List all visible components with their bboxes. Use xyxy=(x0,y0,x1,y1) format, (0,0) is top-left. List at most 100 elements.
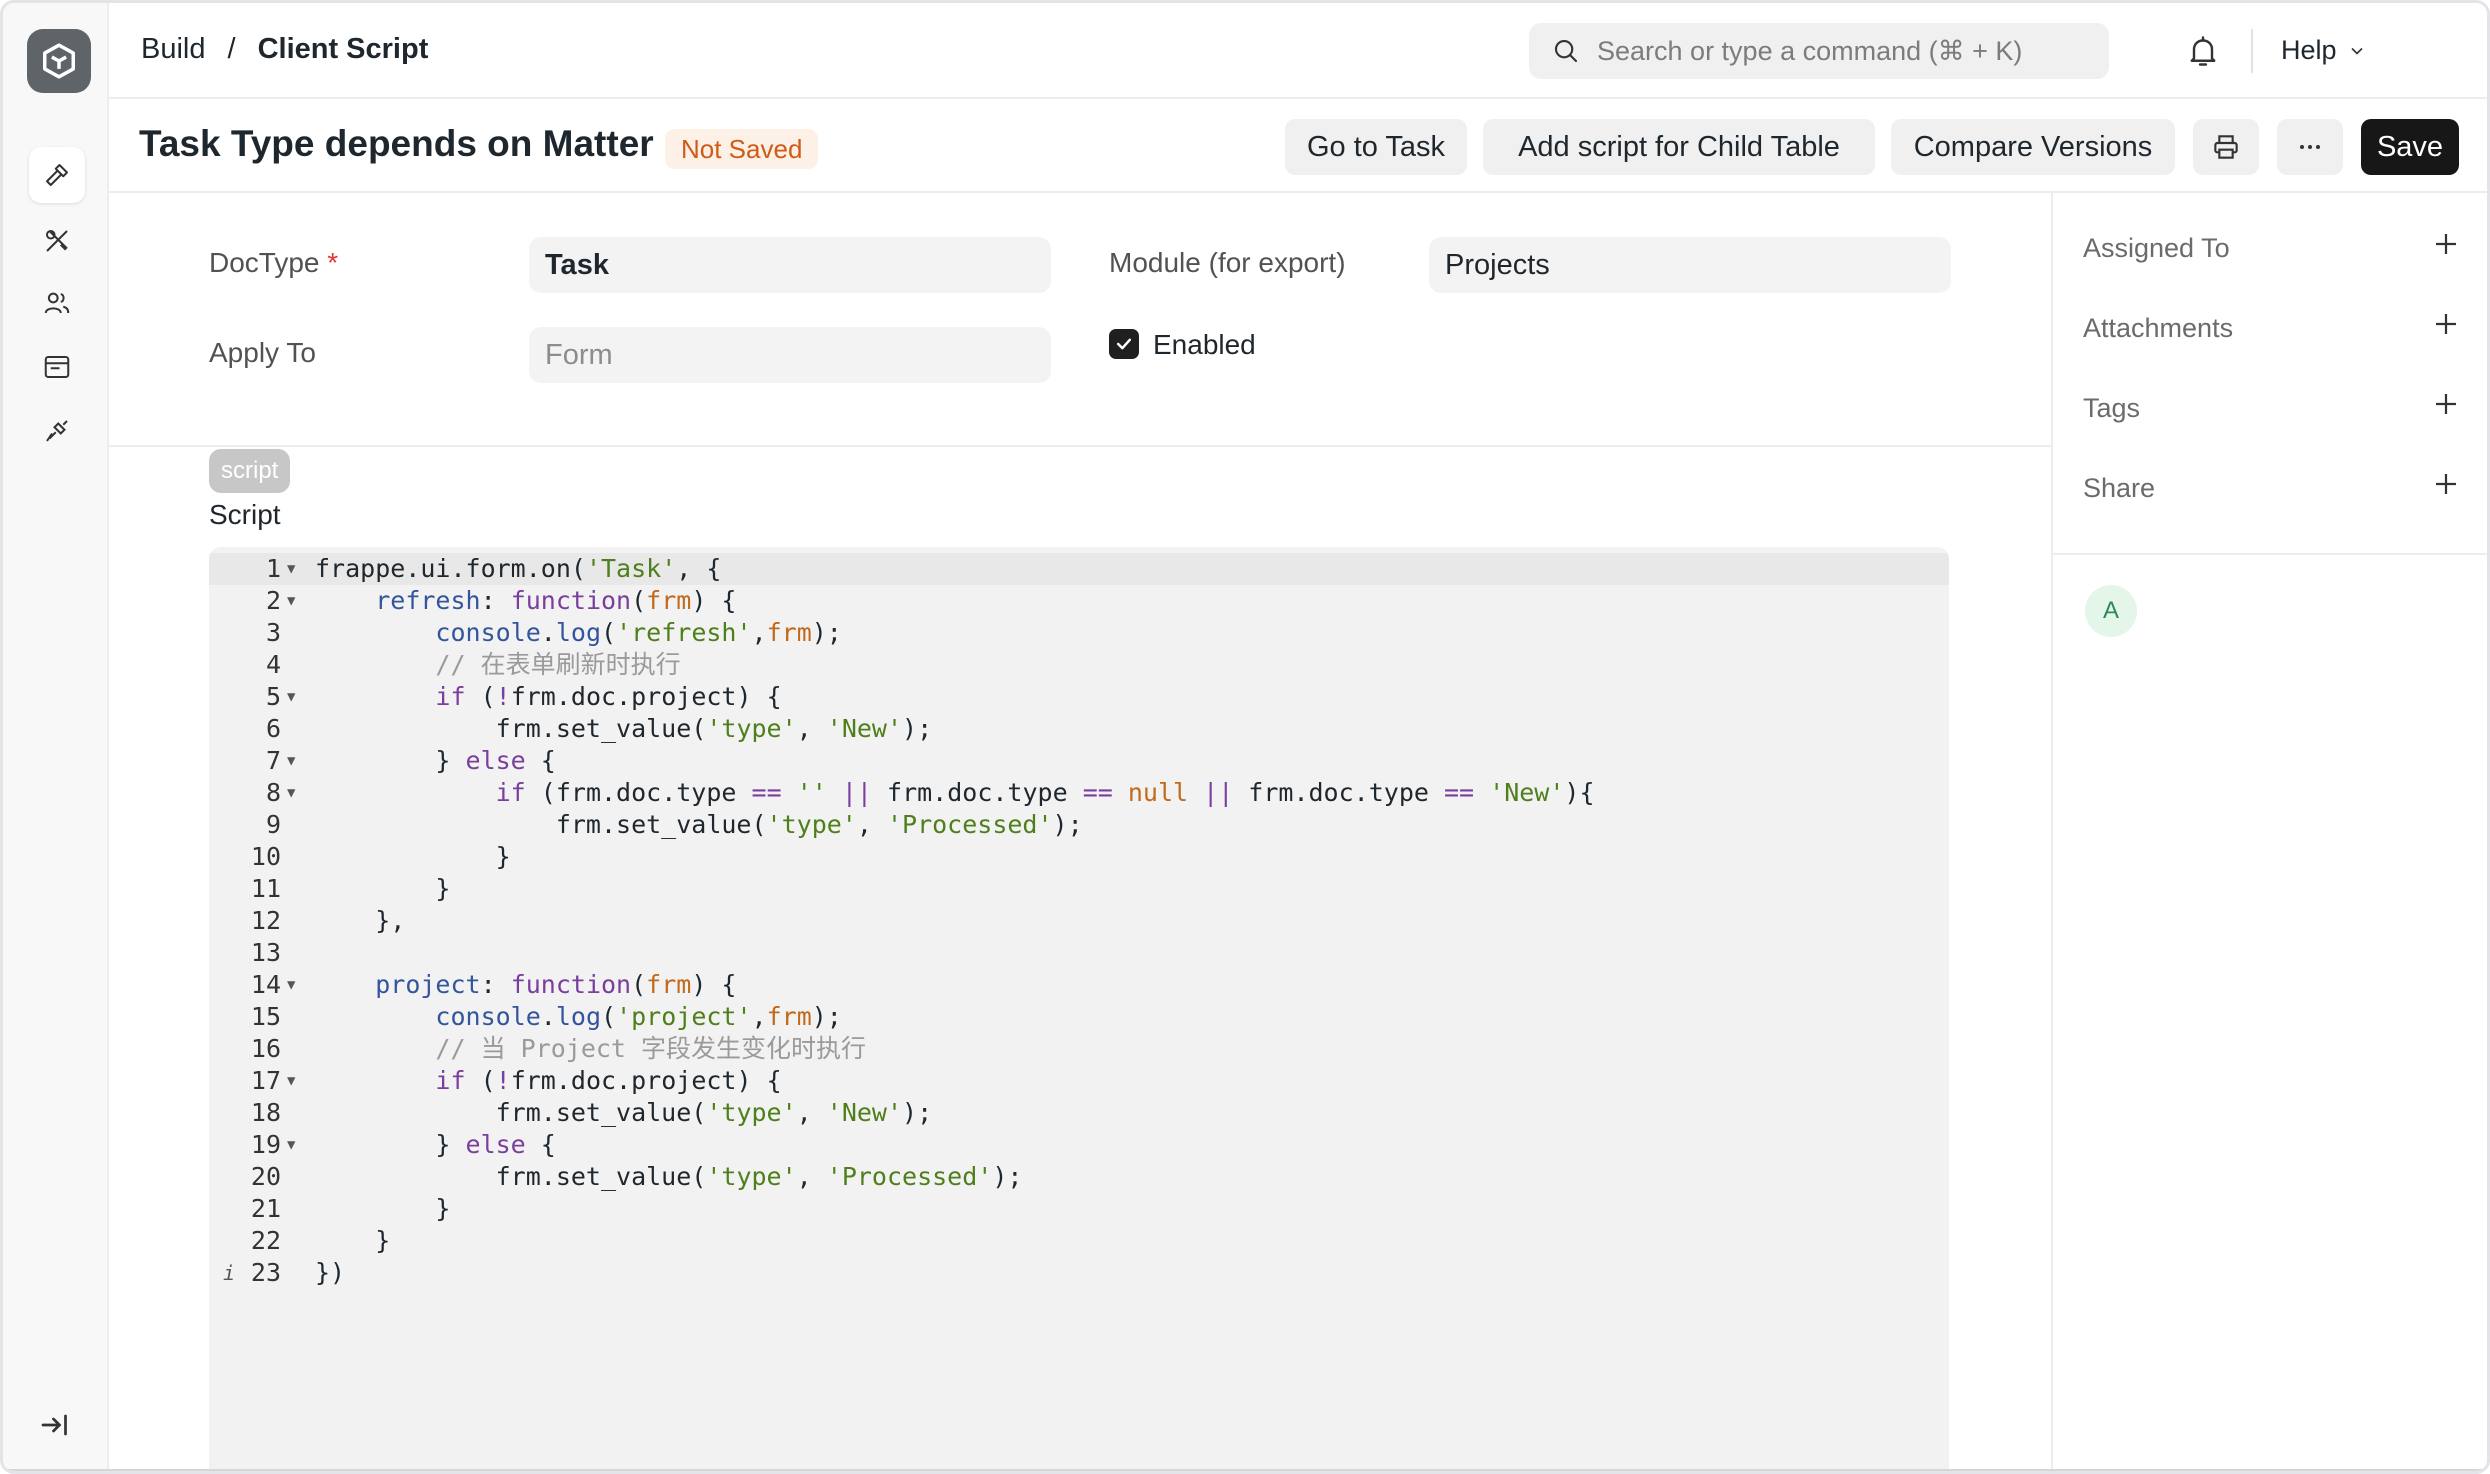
code-line[interactable]: 7 ▼ } else { xyxy=(209,745,1949,777)
line-number: 20 xyxy=(250,1162,281,1191)
search-bar[interactable] xyxy=(1529,23,2109,79)
line-number: 23 xyxy=(250,1258,281,1287)
code-line[interactable]: 17 ▼ if (!frm.doc.project) { xyxy=(209,1065,1949,1097)
go-to-task-button[interactable]: Go to Task xyxy=(1285,119,1467,175)
sidebar-integrations[interactable] xyxy=(29,403,85,459)
line-number: 21 xyxy=(250,1194,281,1223)
fold-toggle-icon[interactable]: ▼ xyxy=(287,1129,295,1161)
sidebar-users[interactable] xyxy=(29,275,85,331)
code-line[interactable]: 13 xyxy=(209,937,1949,969)
help-label: Help xyxy=(2281,35,2337,65)
code-text: } xyxy=(315,1194,451,1223)
code-line[interactable]: 19 ▼ } else { xyxy=(209,1129,1949,1161)
line-number: 8 xyxy=(265,778,281,807)
line-number: 19 xyxy=(250,1130,281,1159)
code-text: // 在表单刷新时执行 xyxy=(435,650,681,679)
code-line[interactable]: 18 frm.set_value('type', 'New'); xyxy=(209,1097,1949,1129)
save-button[interactable]: Save xyxy=(2361,119,2459,175)
print-button[interactable] xyxy=(2193,119,2259,175)
breadcrumb-build[interactable]: Build xyxy=(141,33,206,66)
code-line[interactable]: 21 } xyxy=(209,1193,1949,1225)
breadcrumb: Build / Client Script xyxy=(141,33,428,66)
code-text: } xyxy=(315,1226,391,1255)
code-line[interactable]: 8 ▼ if (frm.doc.type == '' || frm.doc.typ… xyxy=(209,777,1949,809)
code-line[interactable]: 22 } xyxy=(209,1225,1949,1257)
users-icon xyxy=(44,292,70,314)
compare-versions-button[interactable]: Compare Versions xyxy=(1891,119,2175,175)
enabled-checkbox[interactable] xyxy=(1109,329,1139,359)
apply-to-field[interactable]: Form xyxy=(529,327,1051,383)
code-text: } else { xyxy=(315,746,556,775)
add-share-icon[interactable] xyxy=(2431,469,2461,499)
fold-toggle-icon[interactable]: ▼ xyxy=(287,553,295,585)
code-line[interactable]: 11 } xyxy=(209,873,1949,905)
more-actions-button[interactable] xyxy=(2277,119,2343,175)
sidebar-tools[interactable] xyxy=(29,213,85,269)
fold-toggle-icon[interactable]: ▼ xyxy=(287,969,295,1001)
help-dropdown[interactable]: Help xyxy=(2281,35,2367,66)
code-editor[interactable]: 1 ▼ frappe.ui.form.on('Task', {2 ▼ refresh:… xyxy=(209,547,1949,1471)
right-sidebar-divider xyxy=(2053,553,2487,555)
code-line[interactable]: 4 // 在表单刷新时执行 xyxy=(209,649,1949,681)
breadcrumb-separator: / xyxy=(227,33,236,65)
code-line[interactable]: 9 frm.set_value('type', 'Processed'); xyxy=(209,809,1949,841)
code-line[interactable]: 5 ▼ if (!frm.doc.project) { xyxy=(209,681,1949,713)
fold-toggle-icon[interactable]: ▼ xyxy=(287,681,295,713)
code-line[interactable]: 16 // 当 Project 字段发生变化时执行 xyxy=(209,1033,1949,1065)
add-tag-icon[interactable] xyxy=(2431,389,2461,419)
notification-bell-icon[interactable] xyxy=(2185,33,2221,69)
fold-toggle-icon[interactable]: ▼ xyxy=(287,745,295,777)
line-number: 4 xyxy=(265,650,281,679)
fold-toggle-icon[interactable]: ▼ xyxy=(287,1065,295,1097)
doctype-field[interactable]: Task xyxy=(529,237,1051,293)
code-line[interactable]: 15 console.log('project',frm); xyxy=(209,1001,1949,1033)
add-attachment-icon[interactable] xyxy=(2431,309,2461,339)
search-input[interactable] xyxy=(1597,35,2077,67)
line-number: 1 xyxy=(265,554,281,583)
line-number: 7 xyxy=(265,746,281,775)
add-assignment-icon[interactable] xyxy=(2431,229,2461,259)
code-line[interactable]: 1 ▼ frappe.ui.form.on('Task', { xyxy=(209,553,1949,585)
line-number: 2 xyxy=(265,586,281,615)
enabled-label: Enabled xyxy=(1153,329,1256,360)
code-line[interactable]: 23 i}) xyxy=(209,1257,1949,1289)
code-text: // 当 Project 字段发生变化时执行 xyxy=(435,1034,867,1063)
page-title: Task Type depends on Matter xyxy=(139,123,654,164)
line-number: 9 xyxy=(265,810,281,839)
sidebar-build[interactable] xyxy=(29,147,85,203)
breadcrumb-client-script[interactable]: Client Script xyxy=(258,33,429,66)
code-line[interactable]: 6 frm.set_value('type', 'New'); xyxy=(209,713,1949,745)
tags-label: Tags xyxy=(2083,393,2141,423)
code-line[interactable]: 10 } xyxy=(209,841,1949,873)
code-text: if (!frm.doc.project) { xyxy=(435,682,782,711)
top-navbar: Build / Client Script Help A xyxy=(109,3,2487,99)
code-text: console.log('project',frm); xyxy=(435,1002,842,1031)
code-line[interactable]: 12 }, xyxy=(209,905,1949,937)
fold-toggle-icon[interactable]: ▼ xyxy=(287,777,295,809)
code-text: frm.set_value('type', 'New'); xyxy=(315,714,933,743)
line-number: 5 xyxy=(265,682,281,711)
viewer-avatar[interactable]: A xyxy=(2085,585,2137,637)
code-text: }, xyxy=(315,906,406,935)
status-badge: Not Saved xyxy=(665,129,819,169)
code-text: frm.set_value('type', 'Processed'); xyxy=(315,810,1083,839)
module-field[interactable]: Projects xyxy=(1429,237,1951,293)
code-line[interactable]: 3 console.log('refresh',frm); xyxy=(209,617,1949,649)
more-dots-icon xyxy=(2300,145,2320,149)
right-sidebar: Assigned To Attachments Tags Share A xyxy=(2051,193,2487,1471)
bottom-scrollbar[interactable] xyxy=(3,1469,2487,1471)
add-child-table-script-button[interactable]: Add script for Child Table xyxy=(1483,119,1875,175)
line-number: 17 xyxy=(250,1066,281,1095)
section-divider xyxy=(109,445,2051,447)
app-logo[interactable] xyxy=(27,29,91,93)
sidebar-website[interactable] xyxy=(29,339,85,395)
code-text: }) xyxy=(315,1258,346,1287)
fold-toggle-icon[interactable]: ▼ xyxy=(287,585,295,617)
code-text: frm.set_value('type', 'New'); xyxy=(315,1098,933,1127)
navbar-divider xyxy=(2251,29,2253,73)
script-label: Script xyxy=(209,499,281,530)
code-line[interactable]: 20 frm.set_value('type', 'Processed'); xyxy=(209,1161,1949,1193)
code-line[interactable]: 14 ▼ project: function(frm) { xyxy=(209,969,1949,1001)
code-line[interactable]: 2 ▼ refresh: function(frm) { xyxy=(209,585,1949,617)
expand-sidebar-icon[interactable] xyxy=(37,1407,73,1443)
